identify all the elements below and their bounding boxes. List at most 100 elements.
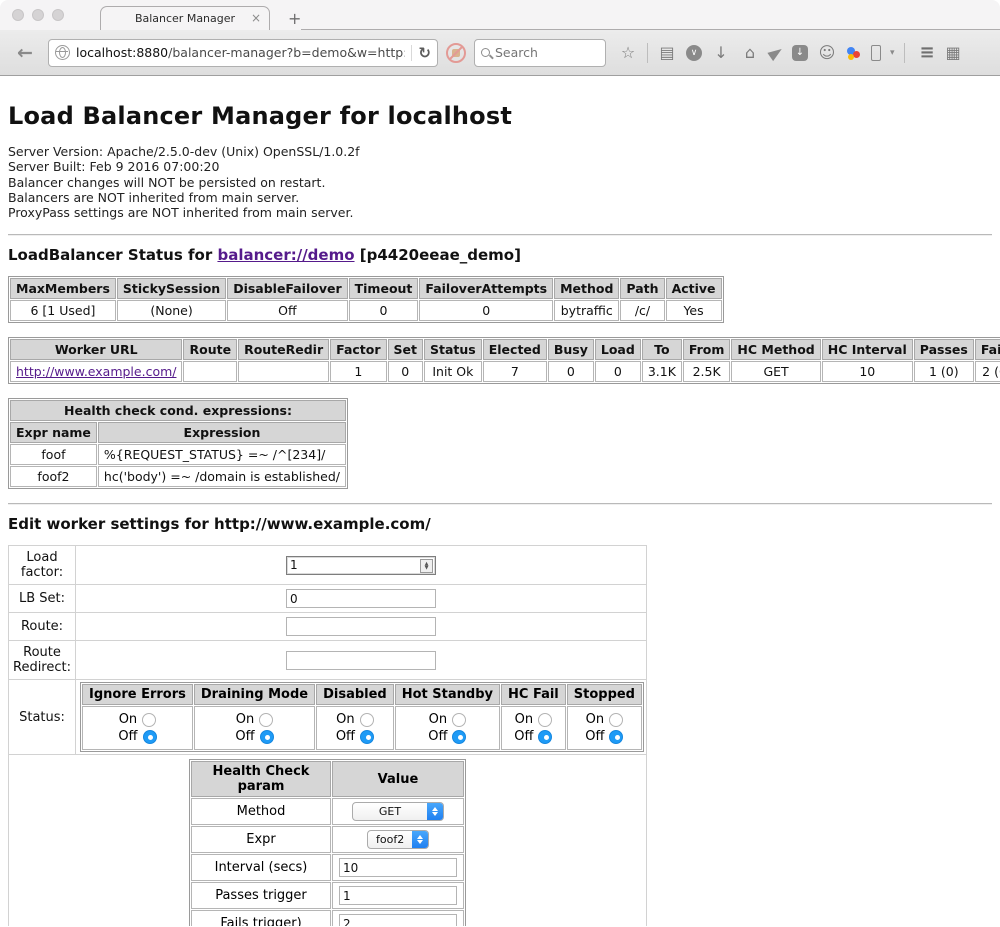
cell-expr-name: foof2 bbox=[10, 466, 97, 487]
status-disabled-on-radio[interactable] bbox=[360, 713, 374, 727]
window-controls[interactable] bbox=[12, 9, 64, 21]
search-field[interactable] bbox=[474, 39, 606, 67]
extension-square-icon[interactable]: ↓ bbox=[792, 45, 808, 61]
worker-url-link[interactable]: http://www.example.com/ bbox=[16, 364, 176, 379]
url-text[interactable]: localhost:8880/balancer-manager?b=demo&w… bbox=[76, 45, 405, 60]
page-content: Load Balancer Manager for localhost Serv… bbox=[0, 76, 1000, 926]
column-header: Elected bbox=[483, 339, 547, 360]
health-check-table: Health Check param Value Method GET bbox=[189, 759, 466, 926]
status-hc-fail-off-radio[interactable] bbox=[538, 730, 552, 744]
status-ignore-errors-on-radio[interactable] bbox=[142, 713, 156, 727]
status-stopped-on-radio[interactable] bbox=[609, 713, 623, 727]
column-header: HC Method bbox=[731, 339, 820, 360]
number-spinner-icon[interactable]: ▲▼ bbox=[420, 559, 433, 573]
column-header: Method bbox=[554, 278, 619, 299]
send-icon[interactable] bbox=[767, 44, 784, 60]
lb-set-label: LB Set: bbox=[9, 585, 76, 613]
column-header: Busy bbox=[548, 339, 594, 360]
url-bar[interactable]: localhost:8880/balancer-manager?b=demo&w… bbox=[48, 39, 438, 67]
route-input[interactable] bbox=[286, 617, 436, 636]
cell-routeredir bbox=[238, 361, 329, 382]
server-version: Server Version: Apache/2.5.0-dev (Unix) … bbox=[8, 144, 992, 159]
tab-close-icon[interactable]: × bbox=[251, 11, 261, 25]
tab-strip-empty bbox=[301, 6, 1000, 30]
hc-interval-row: Interval (secs) bbox=[191, 854, 464, 881]
grid-extension-icon[interactable]: ▦ bbox=[946, 43, 961, 62]
hc-passes-row: Passes trigger bbox=[191, 882, 464, 909]
form-row-route-redirect: Route Redirect: bbox=[9, 641, 647, 680]
cell-expression: hc('body') =~ /domain is established/ bbox=[98, 466, 346, 487]
overflow-caret-icon[interactable]: ▾ bbox=[890, 48, 895, 58]
hc-expr-value: foof2 bbox=[368, 833, 412, 846]
bookmark-star-icon[interactable]: ☆ bbox=[618, 45, 638, 61]
cell-passes: 1 (0) bbox=[914, 361, 974, 382]
status-table: Ignore Errors Draining Mode Disabled Hot… bbox=[80, 682, 644, 752]
reload-icon[interactable]: ↻ bbox=[418, 44, 431, 62]
hc-interval-input[interactable] bbox=[339, 858, 457, 877]
column-header: Value bbox=[332, 761, 464, 797]
emoji-icon[interactable]: ☺ bbox=[817, 45, 837, 61]
home-icon[interactable]: ⌂ bbox=[740, 45, 760, 61]
pocket-icon[interactable]: ∨ bbox=[686, 45, 702, 61]
edit-worker-form: Load factor: ▲▼ LB Set: Route: Route Red… bbox=[8, 545, 647, 926]
hc-fails-input[interactable] bbox=[339, 914, 457, 926]
expr-table-title: Health check cond. expressions: bbox=[10, 400, 346, 421]
load-factor-input[interactable] bbox=[286, 556, 436, 575]
status-ignore-errors-off-radio[interactable] bbox=[143, 730, 157, 744]
proxypass-note: ProxyPass settings are NOT inherited fro… bbox=[8, 205, 992, 220]
reading-list-icon[interactable]: ▤ bbox=[657, 45, 677, 61]
balancer-demo-link[interactable]: balancer://demo bbox=[217, 246, 354, 264]
column-header: Load bbox=[595, 339, 641, 360]
colored-dots-extension-icon[interactable] bbox=[846, 45, 862, 61]
battery-icon[interactable] bbox=[871, 45, 881, 61]
navigation-toolbar: ← localhost:8880/balancer-manager?b=demo… bbox=[0, 30, 1000, 76]
downloads-icon[interactable]: ↓ bbox=[711, 45, 731, 61]
status-hc-fail-on-radio[interactable] bbox=[538, 713, 552, 727]
back-button[interactable]: ← bbox=[10, 40, 40, 66]
column-header: From bbox=[683, 339, 731, 360]
status-draining-mode-off-radio[interactable] bbox=[260, 730, 274, 744]
content-blocker-icon[interactable] bbox=[446, 43, 466, 63]
form-row-load-factor: Load factor: ▲▼ bbox=[9, 546, 647, 585]
status-hot-standby-on-radio[interactable] bbox=[452, 713, 466, 727]
status-stopped-off-radio[interactable] bbox=[609, 730, 623, 744]
tab-balancer-manager[interactable]: Balancer Manager × bbox=[100, 6, 270, 30]
toolbar-icons: ☆ ▤ ∨ ↓ ⌂ ↓ ☺ ▾ ≡ ▦ bbox=[618, 42, 961, 63]
route-redirect-input[interactable] bbox=[286, 651, 436, 670]
menu-icon[interactable]: ≡ bbox=[920, 42, 935, 63]
url-domain: localhost:8880 bbox=[76, 45, 168, 60]
off-label: Off bbox=[428, 729, 447, 744]
column-header: Worker URL bbox=[10, 339, 182, 360]
status-draining-mode-on-radio[interactable] bbox=[259, 713, 273, 727]
cell-disablefailover: Off bbox=[227, 300, 347, 321]
lb-set-input[interactable] bbox=[286, 589, 436, 608]
cell-status: Init Ok bbox=[424, 361, 482, 382]
hc-method-select[interactable]: GET bbox=[352, 802, 444, 821]
form-row-status: Status: Ignore Errors Draining Mode Disa… bbox=[9, 680, 647, 755]
column-header: Health Check param bbox=[191, 761, 331, 797]
hc-passes-input[interactable] bbox=[339, 886, 457, 905]
cell-route bbox=[183, 361, 237, 382]
status-label: Status: bbox=[9, 680, 76, 755]
status-disabled-off-radio[interactable] bbox=[360, 730, 374, 744]
hc-expr-select[interactable]: foof2 bbox=[367, 830, 429, 849]
hc-method-label: Method bbox=[191, 798, 331, 825]
cell-from: 2.5K bbox=[683, 361, 731, 382]
page-title: Load Balancer Manager for localhost bbox=[8, 102, 992, 130]
table-row: foof2 hc('body') =~ /domain is establish… bbox=[10, 466, 346, 487]
cell-busy: 0 bbox=[548, 361, 594, 382]
hc-fails-label: Fails trigger) bbox=[191, 910, 331, 926]
new-tab-button[interactable]: + bbox=[288, 6, 301, 30]
search-icon bbox=[481, 48, 490, 57]
minimize-window-icon[interactable] bbox=[32, 9, 44, 21]
server-built: Server Built: Feb 9 2016 07:00:20 bbox=[8, 159, 992, 174]
cell-hc-method: GET bbox=[731, 361, 820, 382]
worker-table: Worker URL Route RouteRedir Factor Set S… bbox=[8, 337, 1000, 384]
search-input[interactable] bbox=[495, 45, 585, 60]
tab-bar: Balancer Manager × + bbox=[0, 0, 1000, 30]
cell-path: /c/ bbox=[620, 300, 664, 321]
close-window-icon[interactable] bbox=[12, 9, 24, 21]
zoom-window-icon[interactable] bbox=[52, 9, 64, 21]
status-hot-standby-off-radio[interactable] bbox=[452, 730, 466, 744]
hc-passes-label: Passes trigger bbox=[191, 882, 331, 909]
